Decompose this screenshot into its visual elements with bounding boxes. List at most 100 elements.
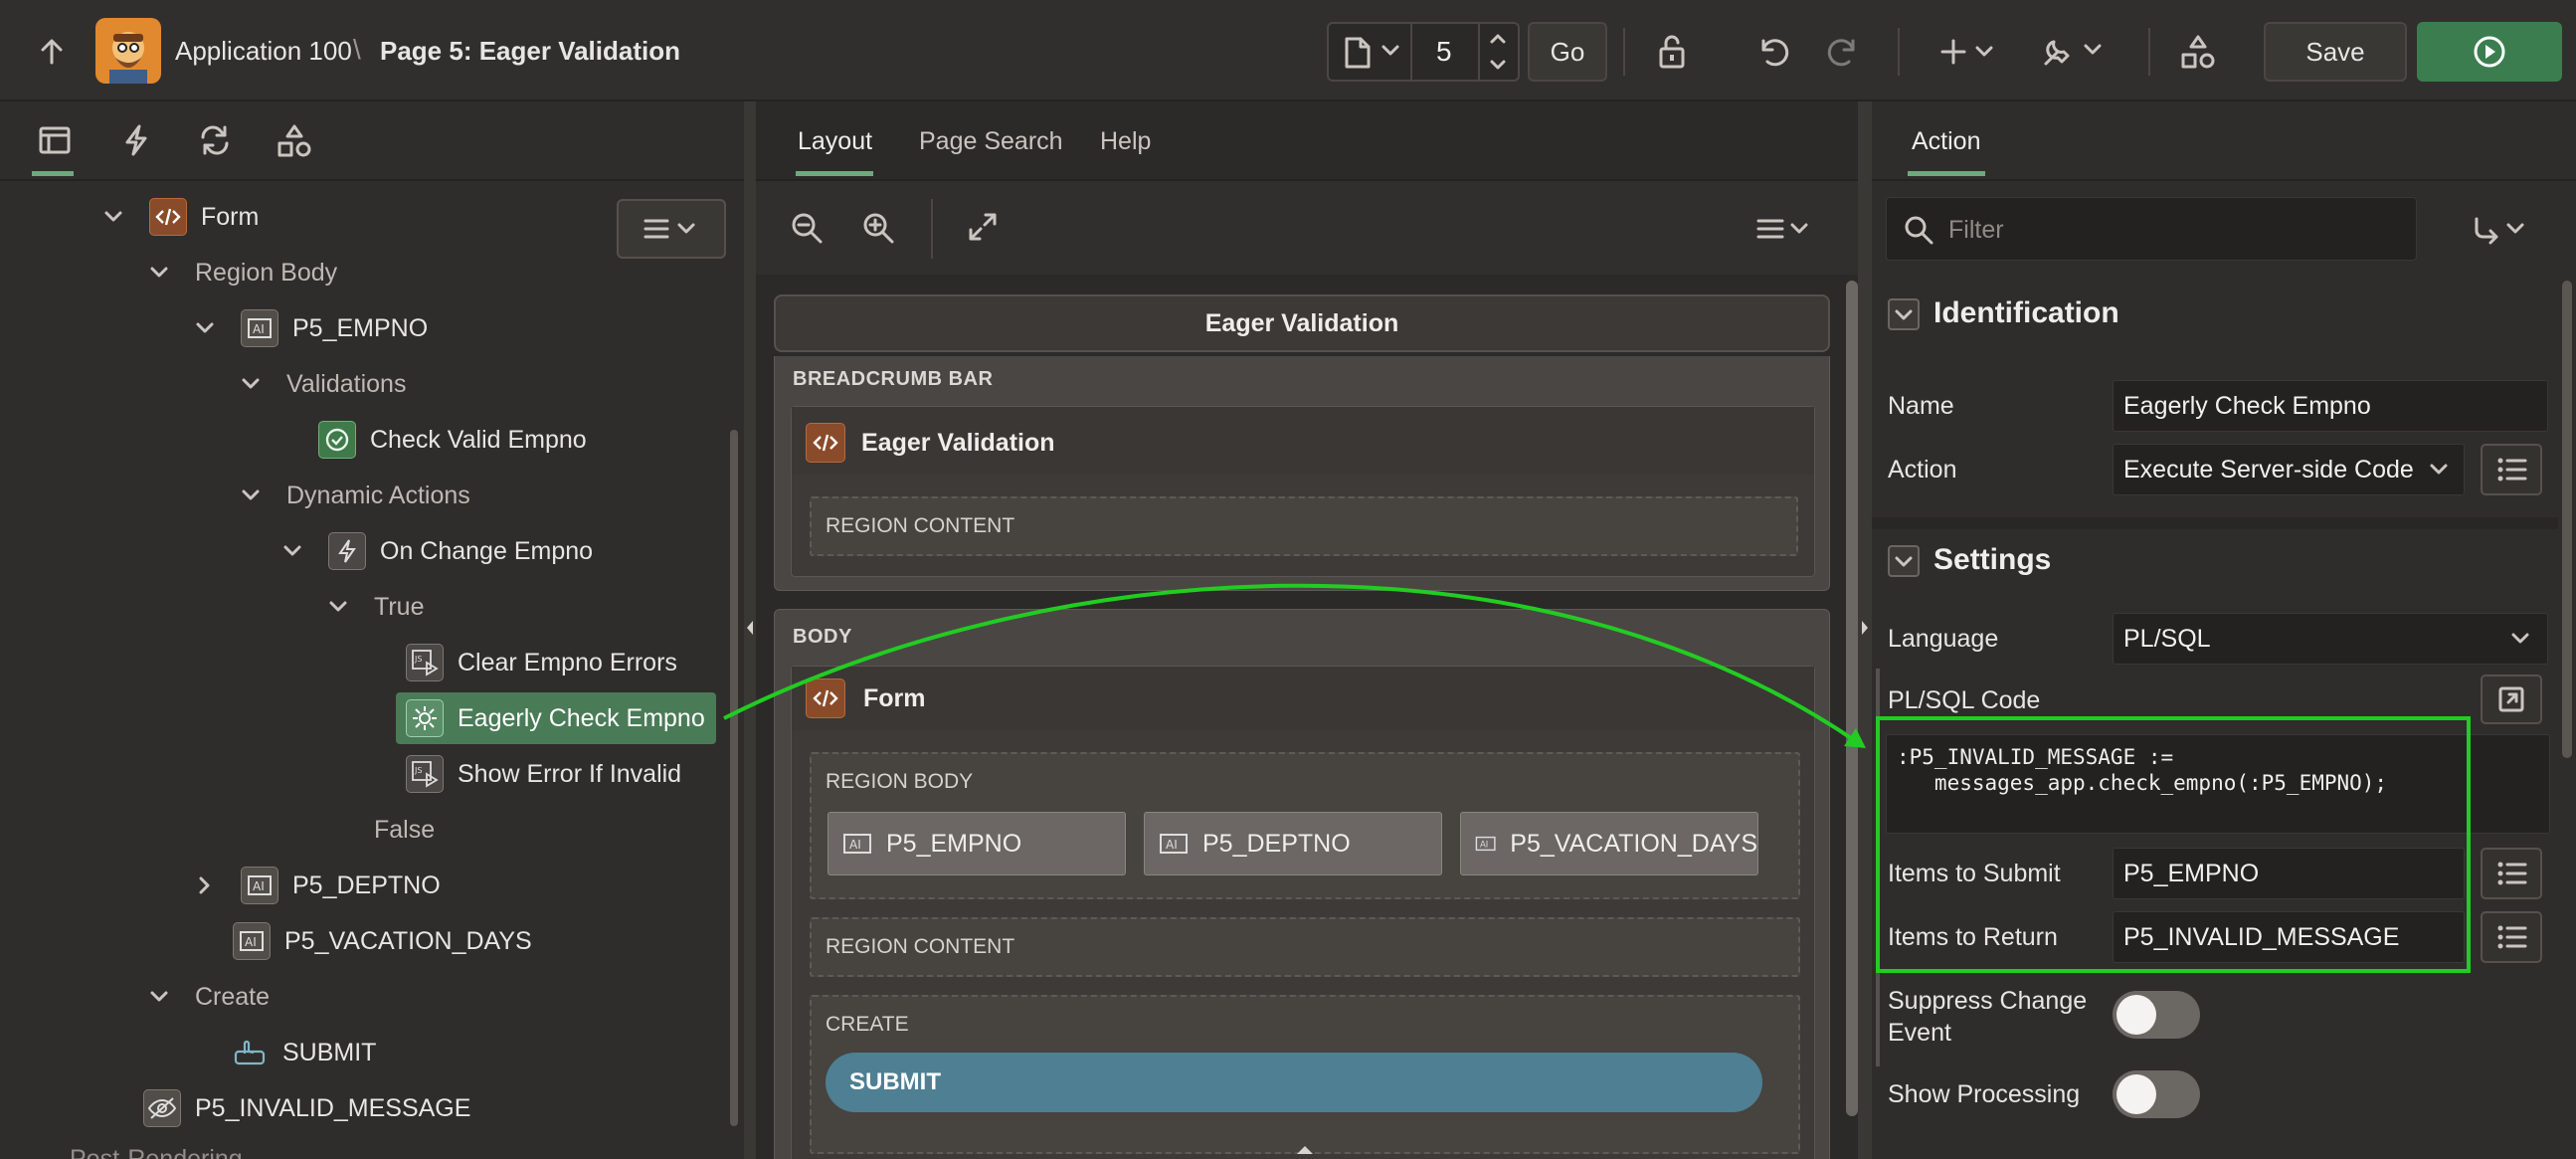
create-slot[interactable]: CREATE SUBMIT	[810, 995, 1800, 1154]
list-icon	[2497, 862, 2527, 885]
text-field-icon: AI	[1475, 836, 1496, 852]
tree-node-eagerly-check-empno[interactable]: Eagerly Check Empno	[406, 694, 705, 742]
tree-label: Dynamic Actions	[286, 481, 470, 509]
svg-text:AI: AI	[253, 322, 265, 336]
undo-icon[interactable]	[1745, 26, 1800, 78]
tree-node-form[interactable]: Form	[103, 193, 259, 241]
collapse-settings-icon[interactable]	[1888, 545, 1920, 577]
page-header[interactable]: Eager Validation	[774, 294, 1830, 352]
tree-node-region-body[interactable]: Region Body	[149, 249, 337, 296]
active-tab-indicator	[796, 171, 873, 176]
region-content-slot[interactable]: REGION CONTENT	[810, 496, 1798, 556]
tree-node-show-error-if-invalid[interactable]: JS Show Error If Invalid	[406, 750, 681, 798]
layout-item-p5-vacation-days[interactable]: AI P5_VACATION_DAYS	[1460, 812, 1758, 875]
tree-node-on-change-empno[interactable]: On Change Empno	[282, 527, 593, 575]
shared-components-icon[interactable]	[2170, 26, 2226, 78]
form-region[interactable]: Form REGION BODY AI P5_EMPNO AI P5_DEPTN…	[791, 666, 1815, 1159]
chevron-down-icon[interactable]	[241, 485, 261, 505]
stepper-down-icon[interactable]	[1488, 56, 1508, 74]
items-to-submit-field[interactable]: P5_EMPNO	[2113, 848, 2465, 899]
code-region-icon	[149, 198, 187, 236]
redo-icon[interactable]	[1816, 26, 1872, 78]
utilities-wrench-icon[interactable]	[2035, 26, 2111, 78]
lock-icon[interactable]	[1645, 26, 1701, 78]
chevron-down-icon[interactable]	[103, 207, 123, 227]
shared-components-tab-icon[interactable]	[276, 123, 312, 159]
tab-layout[interactable]: Layout	[798, 127, 872, 156]
left-splitter[interactable]	[744, 101, 756, 1159]
tree-node-clear-empno-errors[interactable]: JS Clear Empno Errors	[406, 639, 677, 686]
code-editor-expand-button[interactable]	[2481, 675, 2542, 724]
layout-submit-button[interactable]: SUBMIT	[826, 1053, 1762, 1112]
up-arrow-icon[interactable]	[24, 26, 80, 78]
tree-node-submit[interactable]: SUBMIT	[231, 1029, 376, 1076]
zoom-out-icon[interactable]	[790, 211, 824, 245]
items-to-return-list-button[interactable]	[2481, 911, 2542, 963]
tree-node-create[interactable]: Create	[149, 973, 270, 1021]
chevron-right-icon[interactable]	[195, 875, 215, 895]
tree-node-p5-invalid-message[interactable]: P5_INVALID_MESSAGE	[143, 1084, 470, 1132]
top-toolbar: Application 100 \ Page 5: Eager Validati…	[0, 0, 2576, 101]
save-button[interactable]: Save	[2264, 22, 2407, 82]
tree-node-p5-vacation-days[interactable]: AI P5_VACATION_DAYS	[233, 917, 532, 965]
canvas-scrollbar[interactable]	[1846, 281, 1858, 1116]
zoom-in-icon[interactable]	[861, 211, 895, 245]
run-page-button[interactable]	[2417, 22, 2562, 82]
text-field-icon: AI	[241, 867, 278, 904]
tab-help[interactable]: Help	[1100, 127, 1151, 156]
canvas-drag-handle-icon[interactable]	[1295, 1142, 1315, 1156]
tree-node-p5-empno[interactable]: AI P5_EMPNO	[195, 304, 428, 352]
properties-scrollbar[interactable]	[2562, 281, 2572, 758]
action-select[interactable]: Execute Server-side Code	[2113, 444, 2465, 495]
layout-item-p5-empno[interactable]: AI P5_EMPNO	[828, 812, 1126, 875]
page-icon[interactable]	[1343, 36, 1373, 70]
suppress-change-event-toggle[interactable]	[2113, 991, 2200, 1039]
processing-tab-icon[interactable]	[197, 123, 233, 157]
plsql-code-editor[interactable]: :P5_INVALID_MESSAGE := messages_app.chec…	[1886, 734, 2550, 834]
tree-node-post-rendering[interactable]: Post-Rendering	[70, 1136, 243, 1159]
tree-scrollbar[interactable]	[730, 430, 738, 1126]
tree-menu-button[interactable]	[617, 199, 726, 259]
chevron-down-icon[interactable]	[195, 318, 215, 338]
chevron-down-icon[interactable]	[149, 987, 169, 1007]
layout-menu-icon[interactable]	[1754, 217, 1814, 245]
expand-icon[interactable]	[967, 211, 999, 243]
breadcrumb-region[interactable]: Eager Validation REGION CONTENT	[791, 406, 1815, 577]
items-to-return-field[interactable]: P5_INVALID_MESSAGE	[2113, 911, 2465, 963]
rendering-tab-icon[interactable]	[38, 125, 72, 155]
tree-node-p5-deptno[interactable]: AI P5_DEPTNO	[195, 862, 441, 909]
chevron-down-icon[interactable]	[1380, 44, 1400, 58]
right-splitter[interactable]	[1858, 101, 1872, 1159]
region-body-slot[interactable]: REGION BODY AI P5_EMPNO AI P5_DEPTNO AI …	[810, 752, 1800, 899]
chevron-down-icon[interactable]	[149, 263, 169, 283]
tab-action[interactable]: Action	[1912, 127, 1980, 156]
region-content-slot[interactable]: REGION CONTENT	[810, 917, 1800, 977]
chevron-down-icon[interactable]	[328, 597, 348, 617]
dynamic-actions-tab-icon[interactable]	[121, 123, 151, 157]
app-avatar-icon[interactable]	[95, 18, 161, 84]
action-list-button[interactable]	[2481, 444, 2542, 495]
tree-node-validations[interactable]: Validations	[241, 360, 406, 408]
tree-label: Region Body	[195, 258, 338, 287]
stepper-up-icon[interactable]	[1488, 30, 1508, 48]
chevron-down-icon[interactable]	[241, 374, 261, 394]
name-label: Name	[1888, 392, 1954, 420]
layout-item-p5-deptno[interactable]: AI P5_DEPTNO	[1144, 812, 1442, 875]
tree-node-dynamic-actions[interactable]: Dynamic Actions	[241, 472, 470, 519]
language-select[interactable]: PL/SQL	[2113, 613, 2548, 665]
go-button[interactable]: Go	[1528, 22, 1607, 82]
show-processing-toggle[interactable]	[2113, 1070, 2200, 1118]
tree-node-check-valid-empno[interactable]: Check Valid Empno	[318, 416, 587, 464]
tree-node-false[interactable]: False	[374, 806, 435, 854]
page-number-input[interactable]: 5	[1436, 36, 1452, 68]
name-field[interactable]: Eagerly Check Empno	[2113, 380, 2548, 432]
tree-node-true[interactable]: True	[328, 583, 424, 631]
items-to-submit-list-button[interactable]	[2481, 848, 2542, 899]
filter-input[interactable]: Filter	[1886, 197, 2417, 261]
tab-page-search[interactable]: Page Search	[919, 127, 1063, 156]
collapse-identification-icon[interactable]	[1888, 298, 1920, 330]
go-to-group-icon[interactable]	[2471, 215, 2528, 245]
chevron-down-icon[interactable]	[282, 541, 302, 561]
application-name[interactable]: Application 100	[175, 36, 352, 67]
create-menu-icon[interactable]	[1932, 26, 2007, 78]
